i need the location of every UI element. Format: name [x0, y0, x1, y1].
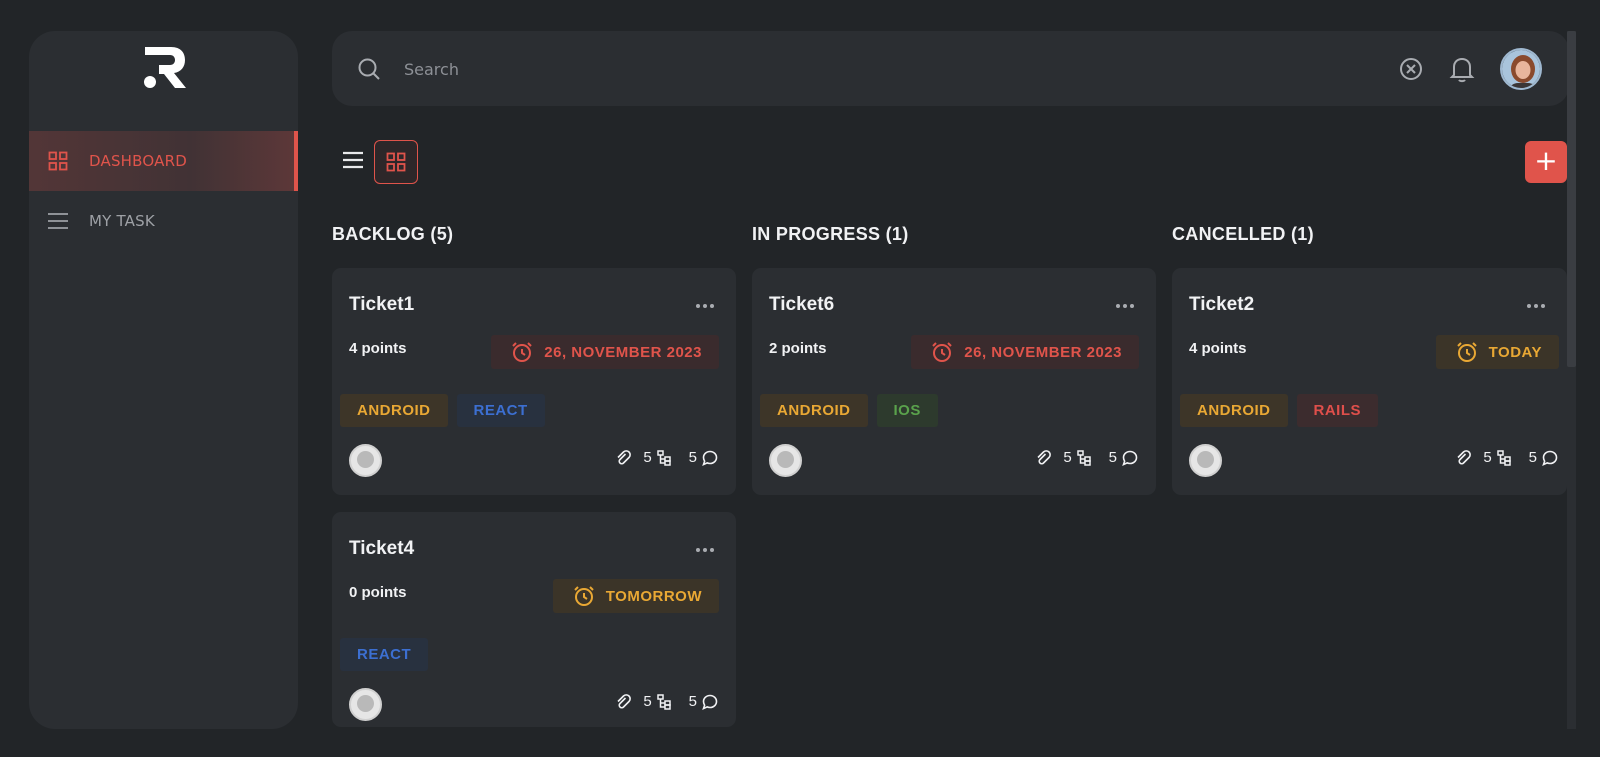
due-date-text: TODAY: [1488, 343, 1542, 361]
ticket-stats: 5 5: [1455, 449, 1558, 466]
attachment-count: 5: [643, 449, 652, 466]
comment-icon: [1122, 450, 1138, 466]
tag-list: REACT: [340, 638, 429, 671]
app-logo[interactable]: [141, 45, 187, 89]
alarm-clock-icon: [574, 586, 594, 606]
sidebar-item-my-task[interactable]: MY TASK: [29, 191, 298, 251]
tag-android[interactable]: ANDROID: [760, 394, 868, 427]
due-date-badge: 26, NOVEMBER 2023: [491, 335, 719, 369]
tag-list: ANDROID RAILS: [1180, 394, 1378, 427]
ticket-title: Ticket1: [349, 294, 415, 315]
subtask-icon: [1496, 449, 1511, 466]
ticket-card[interactable]: Ticket2 4 points TODAY ANDROID RAILS 5 5: [1172, 268, 1567, 495]
tag-rails[interactable]: RAILS: [1296, 394, 1378, 427]
sidebar: DASHBOARD MY TASK: [29, 31, 298, 729]
tag-list: ANDROID IOS: [760, 394, 938, 427]
subtask-count: 5: [688, 449, 697, 466]
grid-icon: [47, 150, 69, 172]
attachment-count: 5: [643, 693, 652, 710]
more-options-icon[interactable]: [696, 537, 718, 552]
ticket-points: 2 points: [769, 340, 827, 357]
sidebar-item-label: MY TASK: [89, 212, 155, 230]
due-date-badge: TODAY: [1435, 335, 1559, 369]
due-date-text: TOMORROW: [605, 587, 702, 605]
subtask-icon: [656, 449, 671, 466]
assignee-avatar[interactable]: [769, 444, 802, 477]
ticket-card[interactable]: Ticket6 2 points 26, NOVEMBER 2023 ANDRO…: [752, 268, 1156, 495]
attachment-count: 5: [1483, 449, 1492, 466]
scrollbar[interactable]: [1567, 31, 1576, 729]
top-bar: [332, 31, 1569, 106]
more-options-icon[interactable]: [696, 293, 718, 308]
alarm-clock-icon: [932, 342, 952, 362]
tag-react[interactable]: REACT: [456, 394, 545, 427]
search-input[interactable]: [404, 53, 1304, 85]
column-title-backlog: BACKLOG (5): [332, 224, 454, 244]
ticket-points: 4 points: [349, 340, 407, 357]
tag-ios[interactable]: IOS: [876, 394, 938, 427]
assignee-avatar[interactable]: [349, 688, 382, 721]
due-date-text: 26, NOVEMBER 2023: [544, 343, 702, 361]
ticket-card[interactable]: Ticket1 4 points 26, NOVEMBER 2023 ANDRO…: [332, 268, 736, 495]
ticket-card[interactable]: Ticket4 0 points TOMORROW REACT 5 5: [332, 512, 736, 727]
subtask-count: 5: [688, 693, 697, 710]
attachment-icon: [1457, 449, 1472, 465]
column-title-in-progress: IN PROGRESS (1): [752, 224, 909, 244]
ticket-stats: 5 5: [615, 693, 718, 710]
ticket-points: 4 points: [1189, 340, 1247, 357]
sidebar-item-label: DASHBOARD: [89, 152, 187, 170]
assignee-avatar[interactable]: [349, 444, 382, 477]
alarm-clock-icon: [512, 342, 532, 362]
clear-search-icon[interactable]: [1398, 56, 1424, 82]
add-ticket-button[interactable]: +: [1525, 141, 1567, 183]
scrollbar-thumb[interactable]: [1567, 31, 1576, 367]
due-date-badge: TOMORROW: [552, 579, 719, 613]
user-avatar[interactable]: [1500, 48, 1542, 90]
ticket-stats: 5 5: [1035, 449, 1138, 466]
alarm-clock-icon: [1456, 342, 1477, 362]
due-date-badge: 26, NOVEMBER 2023: [911, 335, 1139, 369]
column-title-cancelled: CANCELLED (1): [1172, 224, 1314, 244]
more-options-icon[interactable]: [1116, 293, 1138, 308]
comment-icon: [702, 694, 718, 710]
attachment-icon: [1037, 449, 1052, 465]
ticket-title: Ticket4: [349, 538, 415, 559]
search-icon: [358, 58, 380, 80]
tag-android[interactable]: ANDROID: [1180, 394, 1288, 427]
attachment-count: 5: [1063, 449, 1072, 466]
list-view-icon[interactable]: [340, 147, 366, 173]
attachment-icon: [617, 693, 632, 709]
tag-list: ANDROID REACT: [340, 394, 545, 427]
more-options-icon[interactable]: [1527, 293, 1549, 308]
ticket-stats: 5 5: [615, 449, 718, 466]
subtask-count: 5: [1528, 449, 1537, 466]
grid-view-button[interactable]: [374, 140, 418, 184]
comment-icon: [702, 450, 718, 466]
ticket-title: Ticket6: [769, 294, 835, 315]
assignee-avatar[interactable]: [1189, 444, 1222, 477]
subtask-icon: [1076, 449, 1091, 466]
bell-icon[interactable]: [1449, 55, 1475, 83]
attachment-icon: [617, 449, 632, 465]
ticket-points: 0 points: [349, 584, 407, 601]
ticket-title: Ticket2: [1189, 294, 1255, 315]
comment-icon: [1542, 450, 1558, 466]
tag-react[interactable]: REACT: [340, 638, 429, 671]
menu-icon: [47, 210, 69, 232]
due-date-text: 26, NOVEMBER 2023: [964, 343, 1122, 361]
grid-icon: [386, 152, 406, 172]
subtask-count: 5: [1108, 449, 1117, 466]
tag-android[interactable]: ANDROID: [340, 394, 448, 427]
sidebar-item-dashboard[interactable]: DASHBOARD: [29, 131, 298, 191]
subtask-icon: [656, 693, 671, 710]
